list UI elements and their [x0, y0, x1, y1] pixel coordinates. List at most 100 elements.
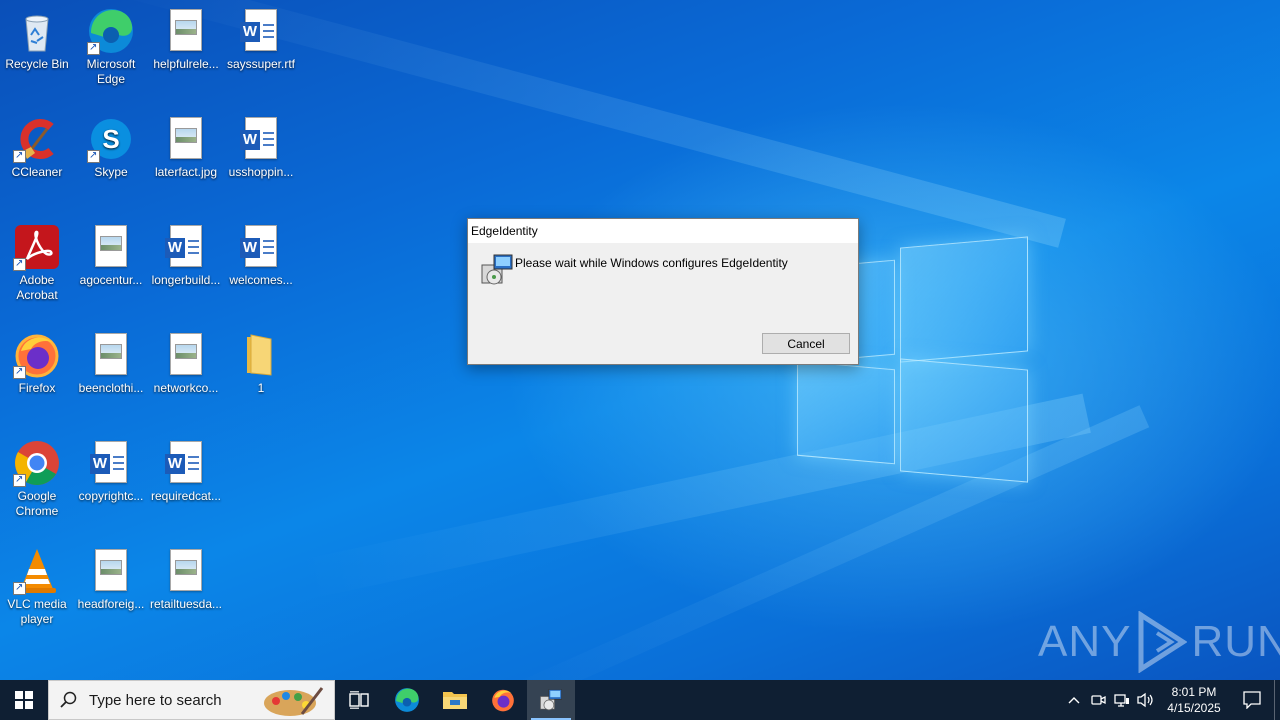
image-file-icon [170, 9, 202, 51]
desktop-icon-image-file[interactable]: retailtuesda... [148, 547, 224, 612]
shortcut-arrow-icon [87, 148, 100, 163]
desktop-icon-image-file[interactable]: headforeig... [73, 547, 149, 612]
taskbar-search-box[interactable]: Type here to search [48, 680, 335, 720]
desktop-icon-image-file[interactable]: agocentur... [73, 223, 149, 288]
desktop-icon-word-doc[interactable]: W copyrightc... [73, 439, 149, 504]
desktop-icon-vlc[interactable]: VLC media player [0, 547, 75, 627]
network-icon [1114, 694, 1129, 707]
desktop-icon-ccleaner[interactable]: CCleaner [0, 115, 75, 180]
desktop-icon-microsoft-edge[interactable]: Microsoft Edge [73, 7, 149, 87]
search-placeholder: Type here to search [89, 691, 222, 709]
cancel-button[interactable]: Cancel [762, 333, 850, 354]
shortcut-arrow-icon [87, 40, 100, 55]
desktop-icon-recycle-bin[interactable]: Recycle Bin [0, 7, 75, 72]
word-doc-icon: W [90, 441, 127, 483]
recycle-bin-icon [25, 15, 49, 52]
desktop-icon-google-chrome[interactable]: Google Chrome [0, 439, 75, 519]
file-explorer-icon [443, 692, 467, 709]
icon-label: helpfulrele... [153, 57, 219, 71]
watermark-play-icon [1138, 611, 1188, 673]
desktop-icon-word-doc[interactable]: W longerbuild... [148, 223, 224, 288]
windows-start-icon [15, 691, 33, 709]
word-doc-icon: W [240, 225, 277, 267]
desktop: ANY RUN Recycle Bin CCleaner [0, 0, 1280, 680]
watermark-left-text: ANY [1038, 617, 1132, 666]
desktop-icon-word-doc[interactable]: W requiredcat... [148, 439, 224, 504]
installer-icon [540, 689, 562, 711]
taskbar-clock[interactable]: 8:01 PM 4/15/2025 [1158, 684, 1230, 716]
show-hidden-icons-button[interactable] [1062, 680, 1086, 720]
shortcut-arrow-icon [13, 256, 26, 271]
desktop-icon-image-file[interactable]: helpfulrele... [148, 7, 224, 72]
image-file-icon [95, 333, 127, 375]
installer-dialog: EdgeIdentity Please wait while Windows c… [467, 218, 859, 365]
edge-icon [395, 688, 419, 712]
icon-label: copyrightc... [78, 489, 144, 503]
shortcut-arrow-icon [13, 580, 26, 595]
icon-label: 1 [257, 381, 265, 395]
svg-text:S: S [102, 124, 119, 154]
icon-label: VLC media player [7, 597, 67, 626]
taskbar-installer[interactable] [527, 680, 575, 720]
icon-label: requiredcat... [150, 489, 222, 503]
volume-icon [1137, 692, 1153, 708]
icon-label: Microsoft Edge [86, 57, 136, 86]
system-tray: 8:01 PM 4/15/2025 [1062, 680, 1280, 720]
taskbar-firefox[interactable] [479, 680, 527, 720]
icon-label: sayssuper.rtf [226, 57, 296, 71]
meet-now-button[interactable] [1086, 680, 1110, 720]
desktop-icon-adobe-acrobat[interactable]: Adobe Acrobat [0, 223, 75, 303]
icon-label: agocentur... [79, 273, 143, 287]
icon-label: Firefox [18, 381, 56, 395]
image-file-icon [95, 225, 127, 267]
desktop-icon-word-doc[interactable]: W usshoppin... [223, 115, 299, 180]
dialog-title: EdgeIdentity [468, 219, 858, 243]
icon-label: usshoppin... [228, 165, 294, 179]
desktop-icon-image-file[interactable]: laterfact.jpg [148, 115, 224, 180]
taskbar-edge[interactable] [383, 680, 431, 720]
icon-label: networkco... [153, 381, 219, 395]
image-file-icon [95, 549, 127, 591]
folder-icon [247, 334, 272, 376]
firefox-icon [492, 689, 514, 712]
desktop-icon-skype[interactable]: S Skype [73, 115, 149, 180]
icon-label: Google Chrome [15, 489, 59, 518]
meet-now-icon [1091, 695, 1106, 705]
installer-icon [481, 254, 513, 285]
desktop-icon-word-doc[interactable]: W welcomes... [223, 223, 299, 288]
show-desktop-button[interactable] [1274, 680, 1280, 720]
icon-label: Skype [94, 165, 128, 179]
image-file-icon [170, 117, 202, 159]
watermark-right-text: RUN [1191, 617, 1280, 666]
desktop-icon-word-doc[interactable]: W sayssuper.rtf [223, 7, 299, 72]
dialog-message: Please wait while Windows configures Edg… [515, 256, 788, 270]
desktop-icon-image-file[interactable]: beenclothi... [73, 331, 149, 396]
volume-button[interactable] [1134, 680, 1158, 720]
desktop-icon-folder[interactable]: 1 [223, 331, 299, 396]
icon-label: CCleaner [11, 165, 63, 179]
taskbar-file-explorer[interactable] [431, 680, 479, 720]
icon-label: welcomes... [229, 273, 293, 287]
task-view-icon [349, 691, 369, 709]
icon-label: laterfact.jpg [154, 165, 218, 179]
icon-label: beenclothi... [78, 381, 144, 395]
shortcut-arrow-icon [13, 472, 26, 487]
start-button[interactable] [0, 680, 48, 720]
anyrun-watermark: ANY RUN [1038, 610, 1280, 674]
image-file-icon [170, 333, 202, 375]
task-view-button[interactable] [335, 680, 383, 720]
shortcut-arrow-icon [13, 364, 26, 379]
desktop-icon-image-file[interactable]: networkco... [148, 331, 224, 396]
taskbar: Type here to search 8:01 PM 4/15/2025 [0, 680, 1280, 720]
icon-label: Recycle Bin [5, 57, 69, 71]
icon-label: Adobe Acrobat [16, 273, 58, 302]
clock-date: 4/15/2025 [1167, 701, 1221, 715]
image-file-icon [170, 549, 202, 591]
desktop-icon-firefox[interactable]: Firefox [0, 331, 75, 396]
shortcut-arrow-icon [13, 148, 26, 163]
action-center-button[interactable] [1230, 680, 1274, 720]
word-doc-icon: W [240, 9, 277, 51]
search-icon [60, 691, 77, 708]
network-button[interactable] [1110, 680, 1134, 720]
word-doc-icon: W [240, 117, 277, 159]
